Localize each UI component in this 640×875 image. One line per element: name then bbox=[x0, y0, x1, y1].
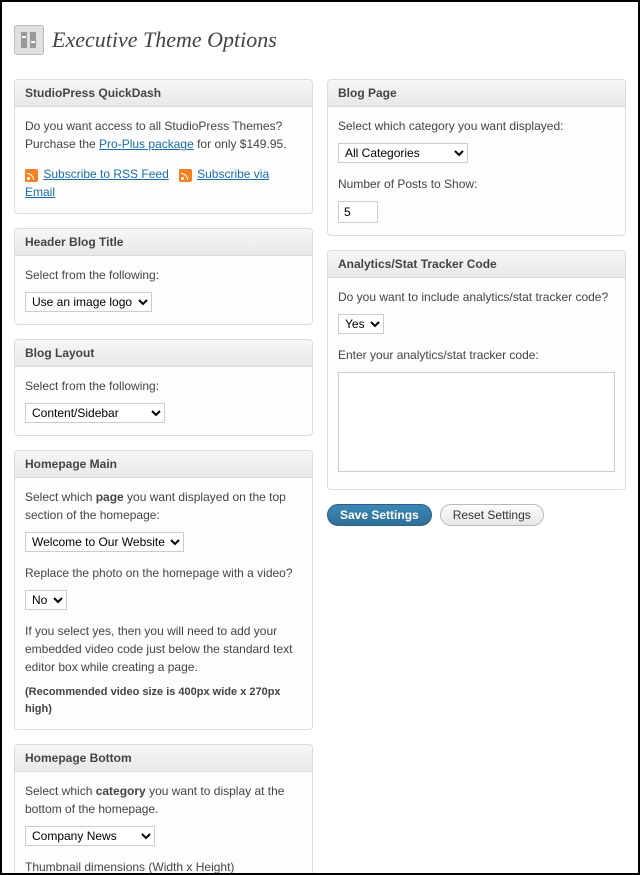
header-title-head: Header Blog Title bbox=[15, 229, 312, 256]
homepage-main-video-label: Replace the photo on the homepage with a… bbox=[25, 564, 302, 582]
quickdash-text: Do you want access to all StudioPress Th… bbox=[25, 117, 302, 153]
blog-layout-head: Blog Layout bbox=[15, 340, 312, 367]
blog-page-cat-select[interactable]: All Categories bbox=[338, 143, 468, 163]
hb-t1b: category bbox=[96, 784, 146, 798]
analytics-body: Do you want to include analytics/stat tr… bbox=[328, 278, 625, 489]
save-button[interactable]: Save Settings bbox=[327, 504, 432, 526]
right-column: Blog Page Select which category you want… bbox=[327, 79, 626, 875]
homepage-main-note: (Recommended video size is 400px wide x … bbox=[25, 684, 302, 717]
analytics-box: Analytics/Stat Tracker Code Do you want … bbox=[327, 250, 626, 490]
homepage-main-video-select[interactable]: No bbox=[25, 590, 67, 610]
rss-icon bbox=[25, 169, 38, 182]
columns: StudioPress QuickDash Do you want access… bbox=[14, 79, 626, 875]
blog-page-head: Blog Page bbox=[328, 80, 625, 107]
rss-link[interactable]: Subscribe to RSS Feed bbox=[43, 167, 168, 181]
analytics-include-label: Do you want to include analytics/stat tr… bbox=[338, 288, 615, 306]
header-title-label: Select from the following: bbox=[25, 266, 302, 284]
homepage-main-help: If you select yes, then you will need to… bbox=[25, 622, 302, 676]
blog-layout-body: Select from the following: Content/Sideb… bbox=[15, 367, 312, 435]
rss-icon bbox=[179, 169, 192, 182]
hm-t1a: Select which bbox=[25, 490, 96, 504]
blog-page-num-label: Number of Posts to Show: bbox=[338, 175, 615, 193]
analytics-include-select[interactable]: Yes bbox=[338, 314, 384, 334]
thumb-label: Thumbnail dimensions (Width x Height) bbox=[25, 858, 302, 875]
homepage-main-head: Homepage Main bbox=[15, 451, 312, 478]
blog-page-box: Blog Page Select which category you want… bbox=[327, 79, 626, 236]
quickdash-head: StudioPress QuickDash bbox=[15, 80, 312, 107]
blog-page-body: Select which category you want displayed… bbox=[328, 107, 625, 235]
blog-layout-label: Select from the following: bbox=[25, 377, 302, 395]
hb-t1a: Select which bbox=[25, 784, 96, 798]
analytics-code-label: Enter your analytics/stat tracker code: bbox=[338, 346, 615, 364]
quickdash-box: StudioPress QuickDash Do you want access… bbox=[14, 79, 313, 214]
blog-layout-select[interactable]: Content/Sidebar bbox=[25, 403, 165, 423]
theme-options-icon bbox=[14, 25, 44, 55]
header-title-body: Select from the following: Use an image … bbox=[15, 256, 312, 324]
homepage-main-text1: Select which page you want displayed on … bbox=[25, 488, 302, 524]
quickdash-text2: for only $149.95. bbox=[194, 137, 287, 151]
blog-page-cat-label: Select which category you want displayed… bbox=[338, 117, 615, 135]
page-title-row: Executive Theme Options bbox=[14, 12, 626, 67]
homepage-main-box: Homepage Main Select which page you want… bbox=[14, 450, 313, 730]
header-title-box: Header Blog Title Select from the follow… bbox=[14, 228, 313, 325]
blog-page-num-input[interactable] bbox=[338, 201, 378, 223]
reset-button[interactable]: Reset Settings bbox=[440, 504, 544, 526]
homepage-bottom-body: Select which category you want to displa… bbox=[15, 772, 312, 875]
homepage-main-page-select[interactable]: Welcome to Our Website bbox=[25, 532, 184, 552]
pro-plus-link[interactable]: Pro-Plus package bbox=[99, 137, 194, 151]
button-row: Save Settings Reset Settings bbox=[327, 504, 626, 526]
analytics-head: Analytics/Stat Tracker Code bbox=[328, 251, 625, 278]
blog-layout-box: Blog Layout Select from the following: C… bbox=[14, 339, 313, 436]
homepage-bottom-cat-select[interactable]: Company News bbox=[25, 826, 155, 846]
homepage-bottom-box: Homepage Bottom Select which category yo… bbox=[14, 744, 313, 875]
subscribe-row: Subscribe to RSS Feed Subscribe via Emai… bbox=[25, 165, 302, 201]
hm-t1b: page bbox=[96, 490, 124, 504]
analytics-code-textarea[interactable] bbox=[338, 372, 615, 472]
header-title-select[interactable]: Use an image logo bbox=[25, 292, 152, 312]
left-column: StudioPress QuickDash Do you want access… bbox=[14, 79, 313, 875]
homepage-main-body: Select which page you want displayed on … bbox=[15, 478, 312, 729]
options-frame: Executive Theme Options StudioPress Quic… bbox=[0, 0, 640, 875]
quickdash-body: Do you want access to all StudioPress Th… bbox=[15, 107, 312, 213]
homepage-bottom-head: Homepage Bottom bbox=[15, 745, 312, 772]
page-title: Executive Theme Options bbox=[52, 27, 277, 53]
homepage-bottom-text1: Select which category you want to displa… bbox=[25, 782, 302, 818]
